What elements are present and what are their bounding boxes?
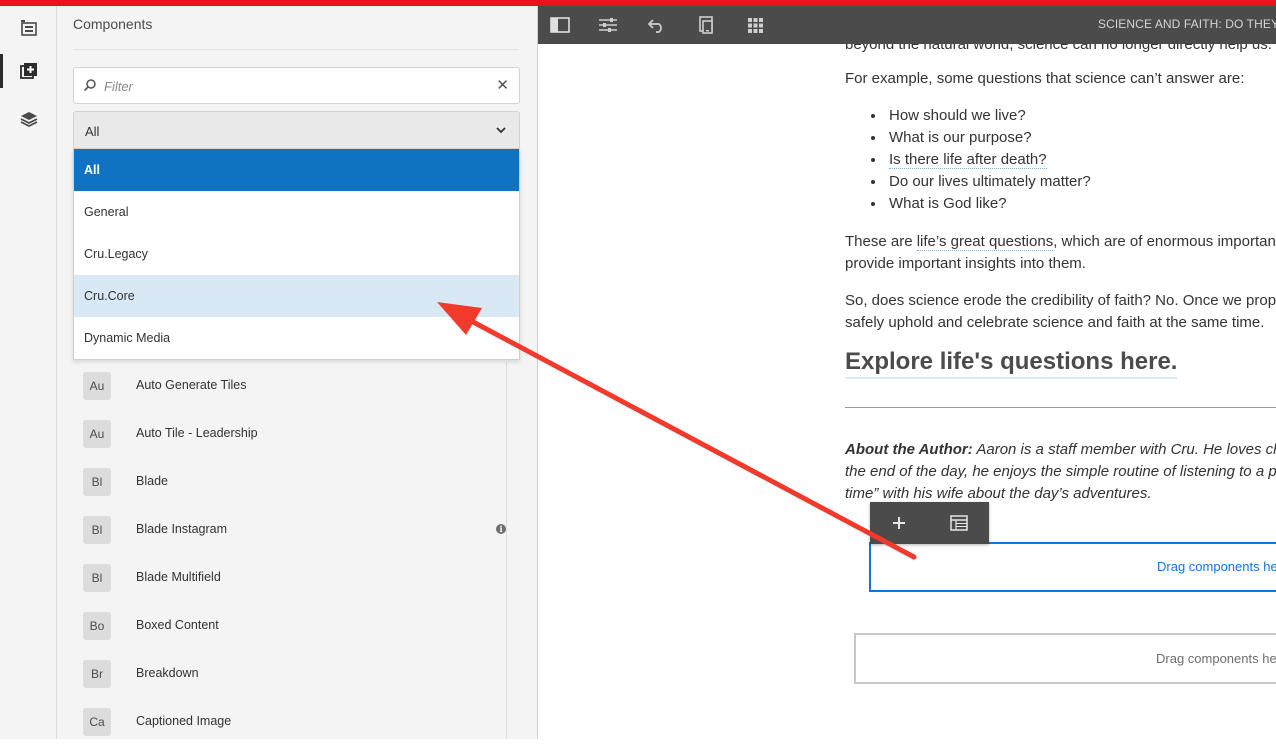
component-name: Blade: [136, 474, 168, 488]
component-badge: Bo: [83, 612, 111, 640]
component-group-select[interactable]: All: [73, 111, 520, 149]
list-item: What is our purpose?: [886, 127, 1091, 149]
toggle-side-panel-button[interactable]: [545, 11, 575, 39]
component-item[interactable]: Bl Blade Multifield: [73, 554, 506, 602]
author-label: About the Author:: [845, 441, 973, 458]
chevron-down-icon: [496, 127, 506, 134]
text-span: , which are of enormous importance: [1053, 233, 1276, 250]
great-questions-link[interactable]: life’s great questions: [916, 233, 1054, 251]
component-badge: Bl: [83, 564, 111, 592]
side-panel-icon: [550, 17, 570, 33]
device-icon: [699, 16, 713, 34]
emulator-button[interactable]: [691, 11, 721, 39]
search-icon: [83, 79, 96, 92]
cut-off-text: beyond the natural world, science can no…: [845, 44, 1272, 53]
paragraph-2-line2: provide important insights into them.: [845, 255, 1086, 272]
page-canvas: beyond the natural world, science can no…: [538, 44, 1276, 739]
component-name: Auto Tile - Leadership: [136, 426, 258, 440]
list-item: Do our lives ultimately matter?: [886, 171, 1091, 193]
component-item[interactable]: Au Auto Tile - Leadership: [73, 410, 506, 458]
author-bio: About the Author: Aaron is a staff membe…: [845, 439, 1276, 505]
author-line-2: the end of the day, he enjoys the simple…: [845, 463, 1276, 480]
option-general[interactable]: General: [74, 191, 519, 233]
component-list: Au Auto Generate Tiles Au Auto Tile - Le…: [73, 362, 506, 739]
component-name: Blade Multifield: [136, 570, 221, 584]
text-span: Aaron is a staff member with Cru. He lov…: [972, 441, 1276, 458]
drop-zone[interactable]: Drag components he: [854, 633, 1276, 684]
components-panel: Components ✕ All All General Cru.Legacy …: [57, 6, 538, 739]
divider: [845, 407, 1276, 408]
component-badge: Bl: [83, 468, 111, 496]
option-dynamic-media[interactable]: Dynamic Media: [74, 317, 519, 359]
component-item[interactable]: Bl Blade: [73, 458, 506, 506]
drop-zone-active[interactable]: Drag components he: [869, 542, 1276, 592]
paragraph-2: These are life’s great questions, which …: [845, 231, 1276, 253]
side-rail: [0, 6, 57, 739]
sliders-icon: [599, 18, 617, 32]
clear-icon[interactable]: ✕: [496, 78, 509, 93]
component-name: Auto Generate Tiles: [136, 378, 247, 392]
component-item[interactable]: Bo Boxed Content: [73, 602, 506, 650]
group-dropdown-list: All General Cru.Legacy Cru.Core Dynamic …: [73, 149, 520, 360]
paragraph-3-line2: safely uphold and celebrate science and …: [845, 314, 1265, 331]
info-icon[interactable]: i: [496, 524, 506, 534]
divider: [73, 49, 519, 50]
component-badge: Au: [83, 372, 111, 400]
author-line-1: About the Author: Aaron is a staff membe…: [845, 439, 1276, 461]
component-item[interactable]: Bl Blade Instagram i: [73, 506, 506, 554]
components-icon: [19, 63, 37, 79]
list-item: What is God like?: [886, 193, 1091, 215]
text-span: These are: [845, 233, 917, 250]
drop-zone-label: Drag components he: [1156, 651, 1276, 666]
list-item[interactable]: Is there life after death?: [886, 149, 1091, 171]
list-scrollbar[interactable]: [506, 362, 507, 739]
paragraph-intro: For example, some questions that science…: [845, 70, 1245, 87]
question-link[interactable]: Is there life after death?: [889, 151, 1047, 169]
component-badge: Bl: [83, 516, 111, 544]
panel-title: Components: [73, 16, 153, 32]
paste-button[interactable]: [939, 508, 979, 538]
table-icon: [950, 515, 968, 531]
component-name: Captioned Image: [136, 714, 232, 728]
drop-zone-label: Drag components he: [1157, 559, 1276, 574]
option-all[interactable]: All: [74, 149, 519, 191]
component-item[interactable]: Br Breakdown: [73, 650, 506, 698]
select-value: All: [85, 124, 100, 139]
option-cru-core[interactable]: Cru.Core: [74, 275, 519, 317]
questions-list: How should we live? What is our purpose?…: [886, 105, 1091, 215]
layout-grid-button[interactable]: [740, 11, 770, 39]
content-tree-button[interactable]: [0, 96, 57, 142]
page-info-icon: [20, 20, 37, 36]
component-item[interactable]: Au Auto Generate Tiles: [73, 362, 506, 410]
component-badge: Ca: [83, 708, 111, 736]
filter-input[interactable]: [104, 77, 484, 95]
component-badge: Au: [83, 420, 111, 448]
option-cru-legacy[interactable]: Cru.Legacy: [74, 233, 519, 275]
components-button[interactable]: [0, 48, 57, 94]
insert-component-button[interactable]: [879, 508, 919, 538]
component-name: Blade Instagram: [136, 522, 228, 536]
component-name: Breakdown: [136, 666, 199, 680]
page-properties-button[interactable]: [593, 11, 623, 39]
grid-icon: [747, 17, 763, 33]
undo-button[interactable]: [642, 11, 672, 39]
page-title: SCIENCE AND FAITH: DO THEY CO: [1098, 17, 1276, 31]
component-name: Boxed Content: [136, 618, 219, 632]
component-toolbar: [870, 502, 989, 544]
list-item: How should we live?: [886, 105, 1091, 127]
paragraph-3: So, does science erode the credibility o…: [845, 292, 1276, 309]
layers-icon: [20, 112, 37, 128]
explore-heading-link[interactable]: Explore life's questions here.: [845, 347, 1178, 379]
component-badge: Br: [83, 660, 111, 688]
page-info-button[interactable]: [0, 6, 57, 52]
plus-icon: [893, 517, 905, 529]
filter-field[interactable]: ✕: [73, 67, 520, 104]
editor-toolbar: SCIENCE AND FAITH: DO THEY CO: [538, 6, 1276, 44]
undo-icon: [648, 19, 662, 33]
